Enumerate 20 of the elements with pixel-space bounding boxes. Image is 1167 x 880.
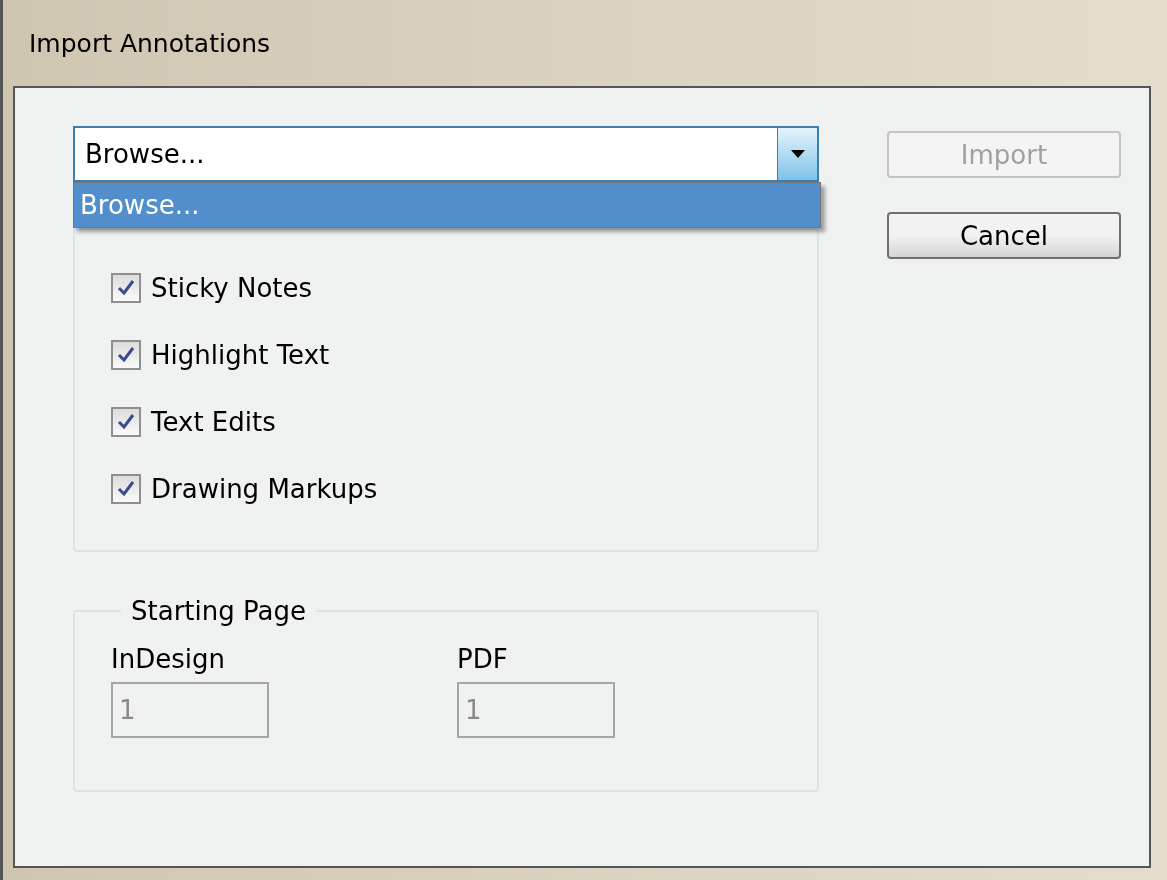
window-title: Import Annotations xyxy=(29,28,271,58)
checkbox-label[interactable]: Drawing Markups xyxy=(151,473,378,504)
checkbox[interactable] xyxy=(111,406,141,437)
cancel-button[interactable]: Cancel xyxy=(887,212,1121,259)
checkbox-label[interactable]: Sticky Notes xyxy=(151,272,313,303)
dropdown-arrow-button[interactable] xyxy=(777,128,817,180)
check-icon xyxy=(116,345,136,364)
check-icon xyxy=(116,479,136,498)
checkbox-label[interactable]: Highlight Text xyxy=(151,339,330,370)
check-icon xyxy=(116,412,136,431)
checkbox[interactable] xyxy=(111,473,141,504)
group-title: Starting Page xyxy=(130,596,307,626)
checkbox-label[interactable]: Text Edits xyxy=(151,406,276,437)
field-label: InDesign xyxy=(111,644,226,674)
checkbox[interactable] xyxy=(111,272,141,303)
checkbox[interactable] xyxy=(111,339,141,370)
source-dropdown[interactable]: Browse... xyxy=(73,126,819,182)
caret-icon xyxy=(790,150,805,158)
field-label: PDF xyxy=(457,644,509,674)
check-icon xyxy=(116,278,136,297)
